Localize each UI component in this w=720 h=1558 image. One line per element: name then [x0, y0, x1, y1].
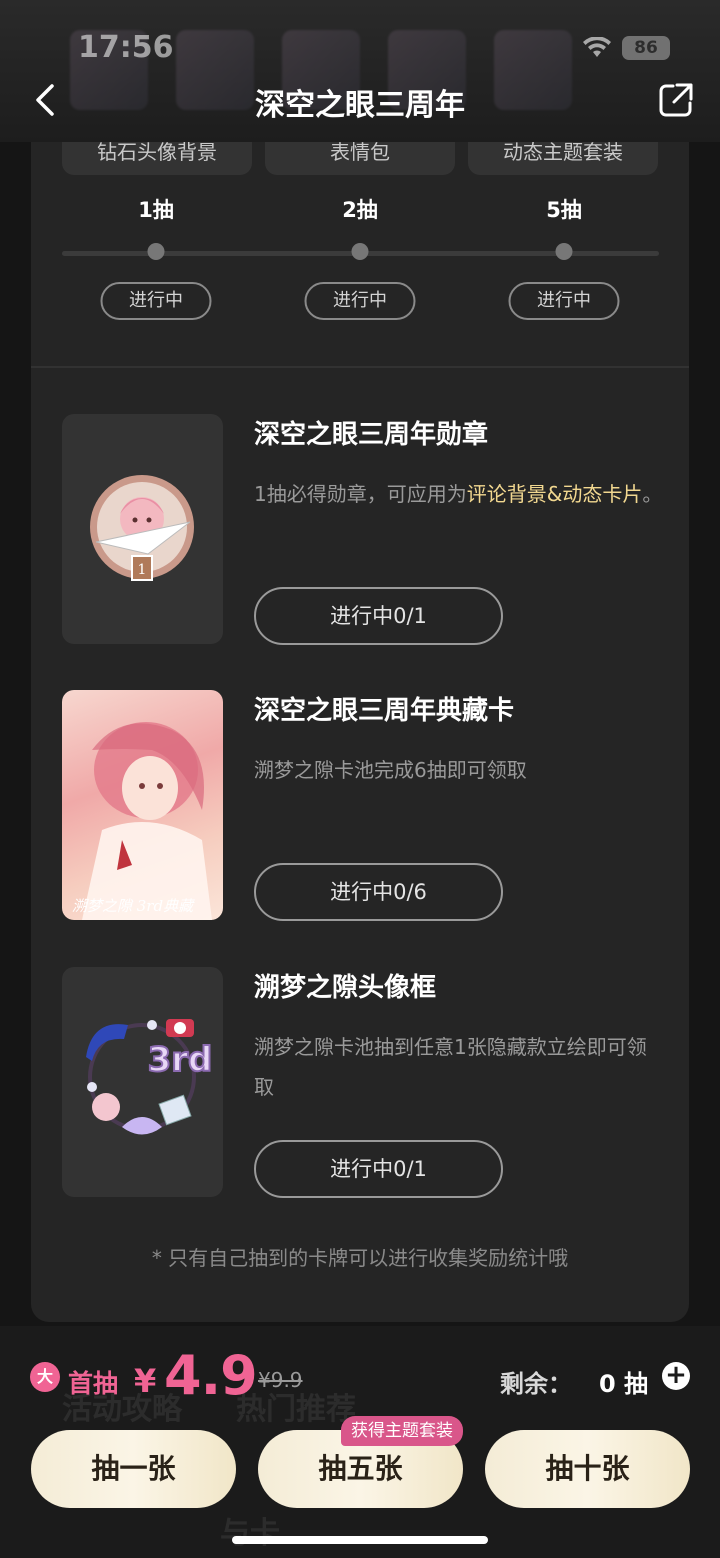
reward-panel: 钻石头像背景 表情包 动态主题套装 1抽 2抽 5抽 进行中 进行中 进行中 1…	[31, 142, 689, 1322]
page-title: 深空之眼三周年	[255, 88, 465, 123]
reward-description-highlight: 评论背景&动态卡片	[466, 482, 643, 506]
theme-set-badge: 获得主题套装	[341, 1416, 463, 1446]
section-divider	[31, 366, 689, 368]
ghost-tab: 与卡	[220, 1516, 280, 1551]
reward-item-medal: 1 深空之眼三周年勋章 1抽必得勋章，可应用为评论背景&动态卡片。 进行中0/1	[62, 414, 662, 645]
reward-title: 溯梦之隙头像框	[254, 973, 437, 1003]
milestone-tab-diamond-background: 钻石头像背景	[62, 142, 252, 175]
reward-progress-button[interactable]: 进行中0/1	[254, 1140, 503, 1198]
milestone-dot	[147, 243, 165, 260]
milestone-dot	[351, 243, 369, 260]
milestone-draw-count: 1抽	[138, 198, 174, 222]
card-character-art	[82, 722, 212, 920]
discount-tag: 大	[30, 1362, 60, 1392]
status-bar: 17:56 86	[0, 0, 720, 90]
milestone-tab-stickers: 表情包	[265, 142, 455, 175]
reward-item-collection-card: 溯梦之隙 3rd典藏 深空之眼三周年典藏卡 溯梦之隙卡池完成6抽即可领取 进行中…	[62, 690, 659, 921]
original-price: ¥9.9	[258, 1368, 303, 1392]
milestone-draw-count: 5抽	[546, 198, 582, 222]
reward-item-avatar-frame: 3rd 溯梦之隙头像框 溯梦之隙卡池抽到任意1张隐藏款立绘即可领取 进行中0/1	[62, 967, 659, 1198]
currency-symbol: ¥	[134, 1362, 157, 1400]
remaining-label: 剩余：	[500, 1370, 572, 1398]
add-draws-icon[interactable]: +	[662, 1362, 690, 1390]
price-value: 4.9	[164, 1344, 258, 1407]
reward-thumbnail: 3rd	[62, 967, 223, 1197]
battery-indicator: 86	[622, 36, 670, 60]
milestone-tab-theme-set: 动态主题套装	[468, 142, 658, 175]
milestone-status-button[interactable]: 进行中	[100, 282, 212, 320]
draw-ten-button[interactable]: 抽十张	[485, 1430, 690, 1508]
reward-description: 溯梦之隙卡池完成6抽即可领取	[254, 758, 527, 782]
wifi-icon	[583, 37, 611, 57]
price-row: 大 首抽 ¥ 4.9 ¥9.9 剩余： 0 抽 +	[30, 1344, 690, 1407]
card-text: 溯梦之隙 3rd典藏	[72, 897, 194, 915]
reward-description: 1抽必得勋章，可应用为评论背景&动态卡片。	[254, 482, 663, 506]
milestone-dot	[555, 243, 573, 260]
frame-text: 3rd	[148, 1040, 213, 1080]
status-time: 17:56	[78, 30, 174, 65]
share-icon[interactable]	[658, 82, 694, 118]
reward-progress-button[interactable]: 进行中0/6	[254, 863, 503, 921]
svg-text:1: 1	[138, 562, 147, 578]
milestone-draw-count: 2抽	[342, 198, 378, 222]
collection-card-image: 溯梦之隙 3rd典藏	[62, 690, 223, 920]
milestone-status-button[interactable]: 进行中	[304, 282, 416, 320]
remaining-value: 0 抽	[598, 1370, 648, 1398]
medal-icon: 1	[90, 475, 194, 581]
first-draw-label: 首抽	[68, 1369, 119, 1398]
reward-description: 溯梦之隙卡池抽到任意1张隐藏款立绘即可领取	[254, 1035, 647, 1099]
reward-title: 深空之眼三周年勋章	[254, 420, 489, 450]
reward-title: 深空之眼三周年典藏卡	[254, 696, 515, 726]
milestone-status-button[interactable]: 进行中	[508, 282, 620, 320]
collection-footnote: * 只有自己抽到的卡牌可以进行收集奖励统计哦	[151, 1246, 569, 1270]
purchase-bar: 活动攻略 热门推荐 与卡 大 首抽 ¥ 4.9 ¥9.9 剩余： 0 抽 + 抽…	[0, 1326, 720, 1558]
draw-one-button[interactable]: 抽一张	[31, 1430, 236, 1508]
reward-progress-button[interactable]: 进行中0/1	[254, 587, 503, 645]
home-indicator[interactable]	[232, 1536, 488, 1544]
reward-thumbnail: 1	[62, 414, 223, 644]
avatar-frame-icon: 3rd	[86, 1019, 213, 1135]
